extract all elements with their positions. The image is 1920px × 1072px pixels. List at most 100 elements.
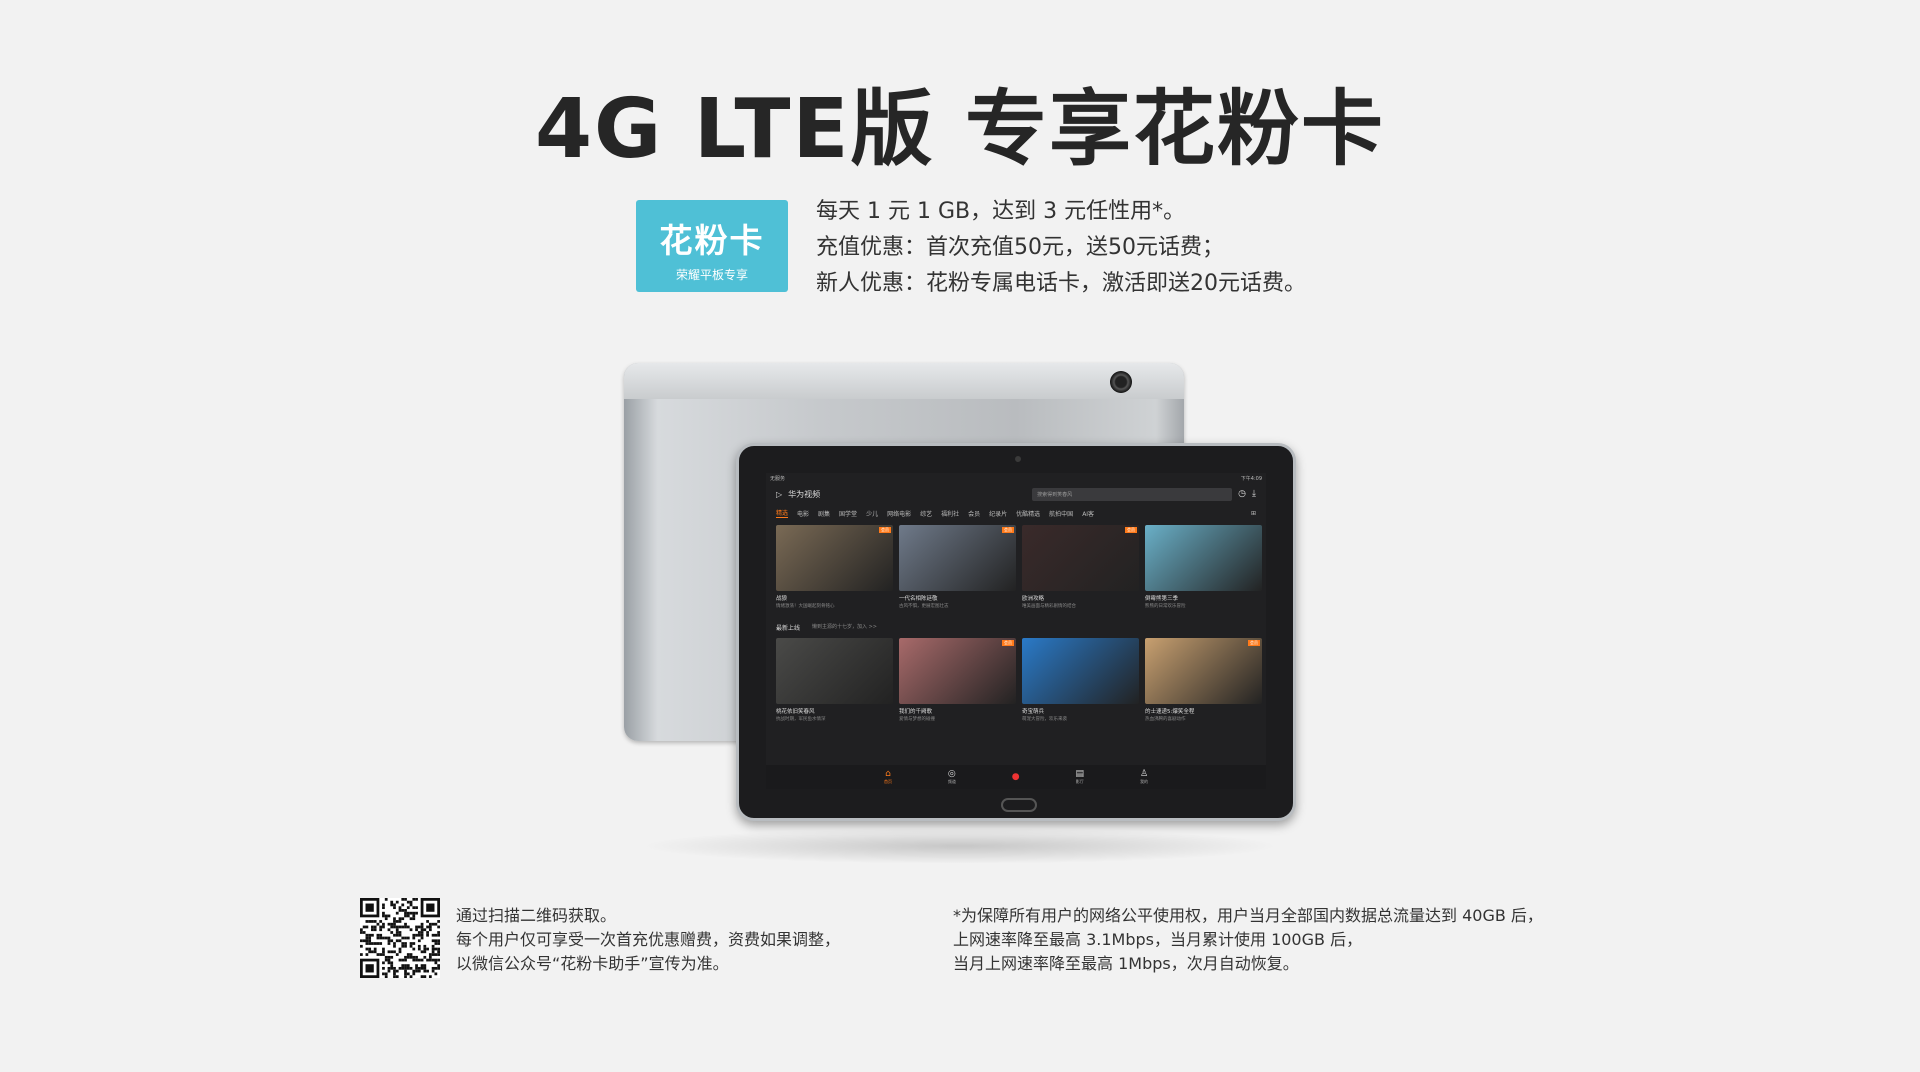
video-card: 会员我们的千阙歌 爱情与梦想的碰撞 xyxy=(899,638,1016,722)
vip-badge: 会员 xyxy=(1248,640,1260,646)
video-thumbnail xyxy=(1022,638,1139,704)
section-title: 最新上线 xyxy=(776,625,801,632)
nav-label: 影厅 xyxy=(1075,779,1084,784)
nav-label: 我的 xyxy=(1139,779,1148,784)
search-input: 搜索得到笑春风 xyxy=(1032,487,1233,501)
qr-line: 以微信公众号“花粉卡助手”宣传为准。 xyxy=(456,954,729,973)
nav-promo: ● xyxy=(1012,772,1020,782)
footnote-line: 上网速率降至最高 3.1Mbps，当月累计使用 100GB 后， xyxy=(953,930,1363,949)
huafen-card-badge: 花粉卡 荣耀平板专享 xyxy=(636,200,788,292)
status-left: 无服务 xyxy=(770,476,786,482)
channel-icon: ◎ xyxy=(947,769,956,779)
video-card: 会员欧洲攻略唯美画面与精彩剧情的结合 xyxy=(1022,525,1139,609)
tab-category: 剧集 xyxy=(818,510,831,518)
vip-badge: 会员 xyxy=(879,527,891,533)
video-thumbnail: 会员 xyxy=(899,525,1016,591)
footnote-line: *为保障所有用户的网络公平使用权，用户当月全部国内数据总流量达到 40GB 后， xyxy=(953,906,1543,925)
video-thumbnail xyxy=(1145,525,1262,591)
rear-camera-icon xyxy=(1110,371,1132,393)
tablet-shadow xyxy=(640,828,1280,864)
nav-mine: ♙ 我的 xyxy=(1140,769,1148,785)
tab-category: 福利社 xyxy=(941,510,960,518)
video-title: 奇宝萌兵 xyxy=(1022,709,1045,715)
vip-badge: 会员 xyxy=(1125,527,1137,533)
video-subtitle: 唯美画面与精彩剧情的结合 xyxy=(1022,604,1076,609)
video-title: 欧洲攻略 xyxy=(1022,596,1045,602)
footnote-line: 当月上网速率降至最高 1Mbps，次月自动恢复。 xyxy=(953,954,1299,973)
vip-badge: 会员 xyxy=(1002,640,1014,646)
video-row: 桃花依旧笑春风 抗战时期，军民鱼水情深 会员 我们的千阙歌 爱情与梦想的碰撞 奇宝萌兵 萌宠… xyxy=(766,634,1266,722)
theater-icon: ▤ xyxy=(1075,769,1085,779)
offer-line: 充值优惠：首次充值50元，送50元话费； xyxy=(816,235,1224,260)
video-thumbnail: 会员 xyxy=(1022,525,1139,591)
user-icon: ♙ xyxy=(1139,769,1149,779)
video-subtitle: 抗战时期，军民鱼水情深 xyxy=(776,717,826,722)
download-icon: ⤓ xyxy=(1252,489,1256,499)
tab-category: 综艺 xyxy=(920,510,933,518)
video-card: 会员一代名相陈廷敬古风不惧，更展宏图壮志 xyxy=(899,525,1016,609)
tablet-screen: 无服务 下午4:09 ▷ 华为视频 搜索得到笑春风 ◷ ⤓ 精选 电影 剧集 国… xyxy=(766,473,1266,789)
offer-details: 每天 1 元 1 GB，达到 3 元任性用*。 充值优惠：首次充值50元，送50… xyxy=(816,194,1306,302)
tab-category: AI客 xyxy=(1082,510,1095,518)
offer-line: 每天 1 元 1 GB，达到 3 元任性用*。 xyxy=(816,199,1186,224)
tab-category: 电影 xyxy=(797,510,810,518)
video-title: 一代名相陈廷敬 xyxy=(899,596,938,602)
tab-category: 精选 xyxy=(776,510,789,518)
nav-home: ⌂ 首页 xyxy=(884,769,892,785)
video-thumbnail: 会员 xyxy=(776,525,893,591)
play-icon: ▷ xyxy=(776,489,783,499)
video-subtitle: 热血沸腾的喜剧动作 xyxy=(1145,717,1186,722)
nav-theater: ▤ 影厅 xyxy=(1076,769,1085,785)
video-subtitle: 熊熊的日常欢乐冒险 xyxy=(1145,604,1186,609)
nav-label: 频道 xyxy=(947,779,956,784)
qr-code xyxy=(360,898,440,978)
video-subtitle: 情绪激荡！大国崛起刻骨铭心 xyxy=(776,604,835,609)
badge-subtitle: 荣耀平板专享 xyxy=(675,268,748,282)
video-subtitle: 古风不惧，更展宏图壮志 xyxy=(899,604,949,609)
tab-category: 纪录片 xyxy=(989,510,1008,518)
app-name: 华为视频 xyxy=(788,489,821,499)
video-title: 我们的千阙歌 xyxy=(899,709,933,715)
qr-instructions: 通过扫描二维码获取。 每个用户仅可享受一次首充优惠赠费，资费如果调整， 以微信公… xyxy=(456,904,840,976)
tab-category: 少儿 xyxy=(866,510,879,518)
bottom-nav: ⌂ 首页 ◎ 频道 ● ▤ 影厅 ♙ 我的 xyxy=(766,765,1266,789)
video-subtitle: 爱情与梦想的碰撞 xyxy=(899,717,935,722)
grid-icon: ⊞ xyxy=(1250,509,1256,517)
badge-title: 花粉卡 xyxy=(659,221,765,260)
video-card: 会员的士速递5:爆笑全程 热血沸腾的喜剧动作 xyxy=(1145,638,1262,722)
tab-category: 会员 xyxy=(968,510,981,518)
qr-line: 通过扫描二维码获取。 xyxy=(456,906,617,925)
qr-line: 每个用户仅可享受一次首充优惠赠费，资费如果调整， xyxy=(456,930,841,949)
video-card: 倒霉熊第三季熊熊的日常欢乐冒险 xyxy=(1145,525,1262,609)
video-thumbnail: 会员 xyxy=(899,638,1016,704)
tab-category: 优酷精选 xyxy=(1016,510,1041,518)
front-camera-icon xyxy=(1015,456,1021,462)
video-title: 倒霉熊第三季 xyxy=(1145,596,1179,602)
offer-line: 新人优惠：花粉专属电话卡，激活即送20元话费。 xyxy=(816,271,1306,296)
video-title: 战狼 xyxy=(776,596,788,602)
history-icon: ◷ xyxy=(1238,489,1247,499)
video-card: 奇宝萌兵 萌宠大冒险，欢乐来袭 xyxy=(1022,638,1139,722)
vip-badge: 会员 xyxy=(1002,527,1014,533)
home-button xyxy=(1001,798,1037,812)
footnote: *为保障所有用户的网络公平使用权，用户当月全部国内数据总流量达到 40GB 后，… xyxy=(953,904,1543,976)
section-header: 最新上线 懒到主源的十七岁，加入 >> xyxy=(766,609,1266,634)
status-right: 下午4:09 xyxy=(1240,476,1262,482)
app-bar: ▷ 华为视频 搜索得到笑春风 ◷ ⤓ xyxy=(766,483,1266,505)
tab-category: 国学堂 xyxy=(839,510,858,518)
video-thumbnail: 会员 xyxy=(1145,638,1262,704)
video-row: 会员 战狼 情绪激荡！大国崛起刻骨铭心 会员 一代名相陈廷敬 古风不惧，更展宏图壮志 会员欧… xyxy=(766,521,1266,609)
video-card: 桃花依旧笑春风抗战时期，军民鱼水情深 xyxy=(776,638,893,722)
video-thumbnail xyxy=(776,638,893,704)
promo-icon: ● xyxy=(1011,772,1020,782)
tablet-front-image: 无服务 下午4:09 ▷ 华为视频 搜索得到笑春风 ◷ ⤓ 精选 电影 剧集 国… xyxy=(736,443,1296,821)
video-title: 桃花依旧笑春风 xyxy=(776,709,815,715)
tab-category: 航拍中国 xyxy=(1049,510,1074,518)
headline: 4G LTE版 专享花粉卡 xyxy=(534,82,1386,177)
video-card: 会员战狼情绪激荡！大国崛起刻骨铭心 xyxy=(776,525,893,609)
video-title: 的士速递5:爆笑全程 xyxy=(1145,709,1195,715)
nav-label: 首页 xyxy=(883,779,892,784)
section-subtitle: 懒到主源的十七岁，加入 >> xyxy=(812,624,877,630)
home-icon: ⌂ xyxy=(885,769,891,779)
category-tabs: 精选 电影 剧集 国学堂 少儿 网络电影 综艺 福利社 会员 纪录片 优酷精选 … xyxy=(766,505,1266,521)
